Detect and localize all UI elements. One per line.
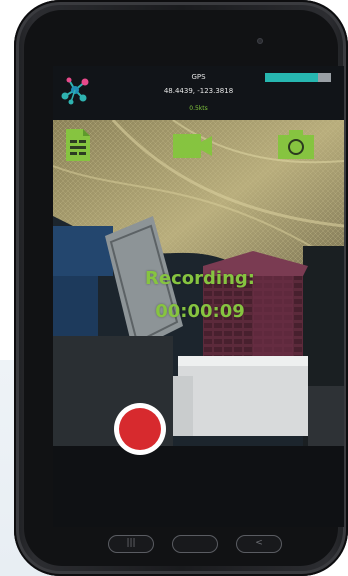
recording-label: Recording:	[145, 268, 255, 289]
back-button[interactable]: <	[236, 535, 282, 553]
battery-indicator	[265, 73, 331, 82]
app-screen: GPS 48.4439, -123.3818 0.5kts Recording:…	[53, 66, 344, 527]
record-stop-icon	[119, 408, 161, 450]
capture-bar	[53, 446, 344, 527]
video-camera-icon[interactable]	[173, 133, 213, 159]
back-icon: <	[255, 538, 263, 548]
home-button[interactable]	[172, 535, 218, 553]
photo-camera-icon[interactable]	[278, 129, 314, 159]
gps-coordinates: 48.4439, -123.3818	[163, 87, 234, 95]
recent-apps-icon: |||	[126, 538, 136, 548]
battery-level	[265, 73, 318, 82]
recent-apps-button[interactable]: |||	[108, 535, 154, 553]
status-bar: GPS 48.4439, -123.3818 0.5kts	[53, 66, 344, 120]
recording-timer: 00:00:09	[155, 301, 245, 322]
record-button[interactable]	[114, 403, 166, 455]
speed-readout: 0.5kts	[189, 105, 208, 112]
document-icon[interactable]	[65, 128, 91, 162]
front-camera	[257, 38, 263, 44]
